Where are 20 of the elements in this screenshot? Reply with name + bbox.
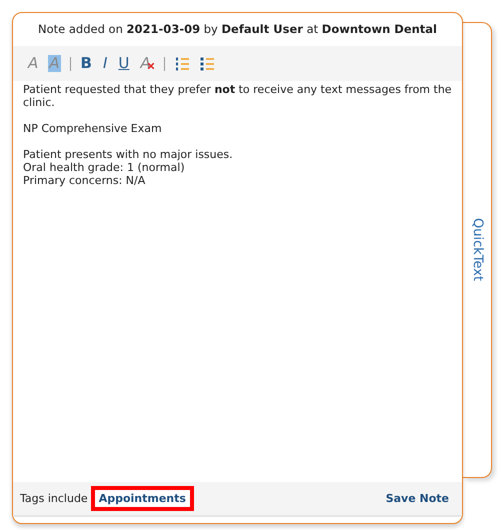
save-note-link[interactable]: Save Note (386, 492, 449, 505)
clear-format-button[interactable]: A (139, 55, 155, 72)
tags-label: Tags include (20, 492, 88, 505)
side-tab[interactable]: QuickText (463, 22, 492, 478)
numbered-list-icon[interactable] (174, 55, 190, 72)
bullet-list-icon[interactable] (198, 55, 215, 72)
tag-link[interactable]: Appointments (90, 486, 194, 511)
note-text: Patient presents with no major issues. (23, 148, 234, 161)
bold-button[interactable]: B (80, 55, 93, 72)
side-tab-label: QuickText (470, 218, 485, 282)
italic-button[interactable]: I (102, 55, 108, 72)
underline-button[interactable]: U (117, 55, 130, 72)
font-color-button[interactable]: A (27, 55, 40, 72)
note-body[interactable]: Patient requested that they prefer not to receive any text messages from the clinic. NP Comprehensive Exam Patient presents with no major issues. Oral health grade: 1 (normal) Primary concerns: N/A (13, 81, 462, 482)
note-header: Note added on 2021-03-09 by Default User at Downtown Dental (36, 21, 438, 38)
note-text: Oral health grade: 1 (normal) (23, 161, 186, 174)
note-text: NP Comprehensive Exam (23, 122, 163, 135)
note-text: Primary concerns: N/A (23, 174, 146, 187)
note-text: Patient requested that they prefer not to receive any text messages from the clinic. (23, 83, 452, 109)
cross-icon (148, 62, 154, 68)
